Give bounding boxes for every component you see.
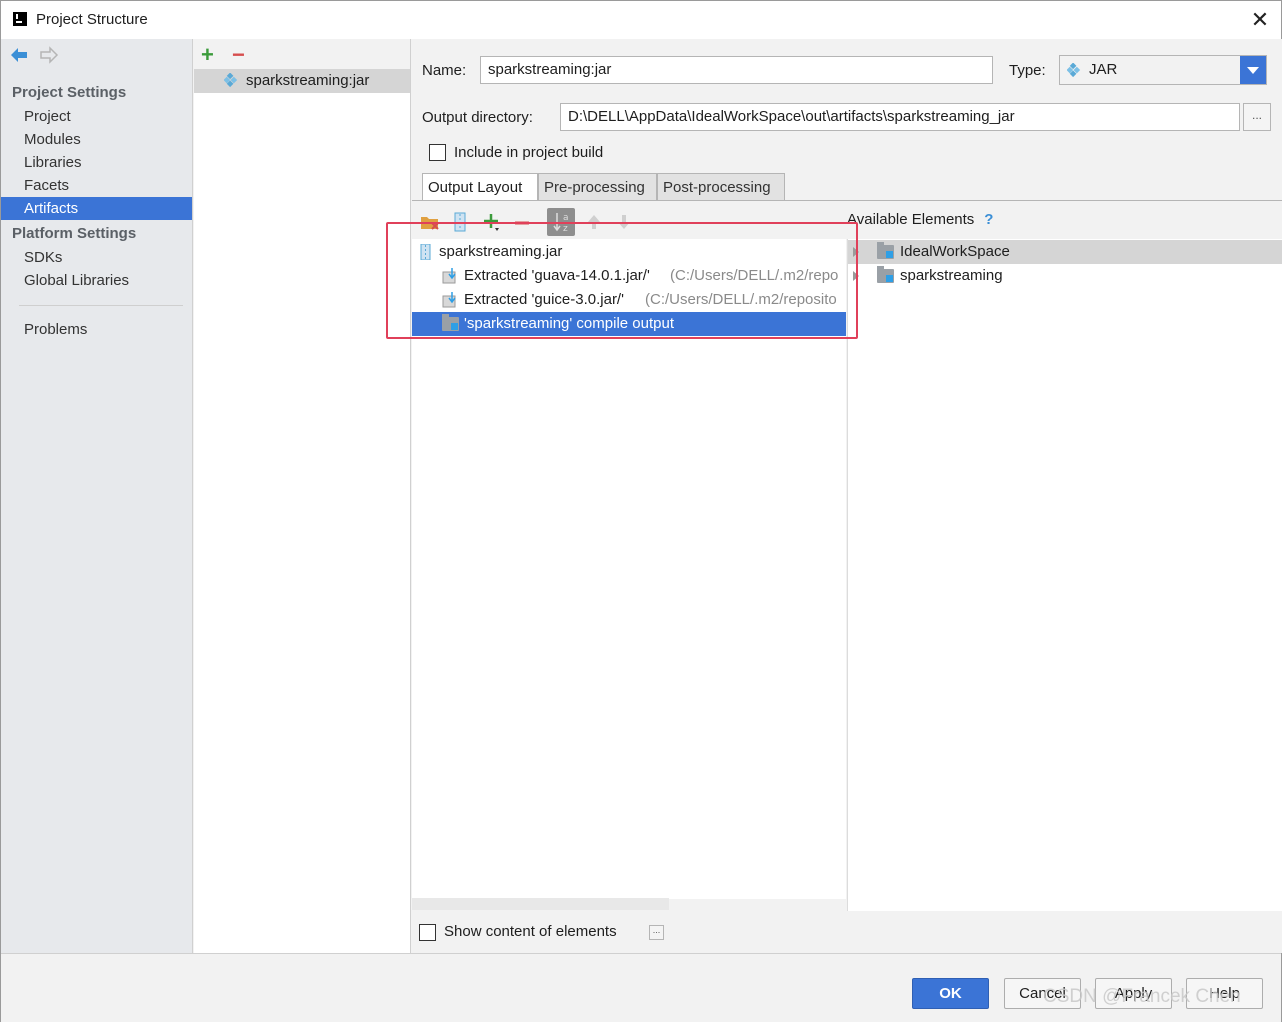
tree-row-guice[interactable]: Extracted 'guice-3.0.jar/' (C:/Users/DEL…	[412, 288, 846, 312]
nav-item-global-libraries[interactable]: Global Libraries	[1, 269, 192, 292]
show-content-label: Show content of elements	[444, 923, 617, 940]
tree-row-guice-path: (C:/Users/DELL/.m2/reposito	[645, 291, 837, 308]
type-label: Type:	[1009, 62, 1046, 79]
module-output-folder-icon	[442, 314, 459, 331]
jar-type-icon	[1067, 63, 1081, 78]
window-title: Project Structure	[36, 11, 148, 28]
available-elements-header: Available Elements?	[847, 211, 993, 228]
settings-sidebar: Project Settings Project Modules Librari…	[1, 39, 193, 953]
tab-pre-processing[interactable]: Pre-processing	[538, 173, 657, 201]
nav-item-project[interactable]: Project	[1, 105, 192, 128]
artifact-list-panel: + − sparkstreaming:jar	[194, 39, 411, 953]
tree-row-guava-label: Extracted 'guava-14.0.1.jar/'	[464, 267, 650, 284]
project-structure-dialog: Project Structure ✕ Project Settings Pro…	[0, 0, 1282, 1022]
module-folder-icon	[877, 266, 894, 283]
nav-item-modules[interactable]: Modules	[1, 128, 192, 151]
show-content-options-button[interactable]: ...	[649, 925, 664, 940]
name-label: Name:	[422, 62, 467, 79]
available-elements-tree: IdealWorkSpace sparkstreaming	[847, 239, 1282, 911]
name-input[interactable]: sparkstreaming:jar	[480, 56, 993, 84]
tree-row-root-label: sparkstreaming.jar	[439, 243, 563, 260]
output-layout-toolbar: az	[412, 206, 847, 238]
extracted-archive-icon	[442, 268, 456, 284]
jar-archive-icon	[420, 244, 431, 260]
nav-item-problems[interactable]: Problems	[1, 318, 192, 341]
tree-row-guice-label: Extracted 'guice-3.0.jar/'	[464, 291, 624, 308]
tab-output-layout[interactable]: Output Layout	[422, 173, 538, 201]
show-content-checkbox[interactable]	[419, 924, 436, 941]
back-arrow-icon[interactable]	[9, 45, 29, 65]
svg-text:a: a	[563, 213, 569, 223]
layout-tree-horizontal-scrollbar[interactable]	[412, 898, 669, 910]
remove-artifact-icon[interactable]: −	[232, 42, 245, 68]
expand-arrow-icon[interactable]	[853, 271, 859, 281]
title-bar: Project Structure ✕	[1, 1, 1281, 39]
type-select-value: JAR	[1089, 61, 1118, 78]
type-select[interactable]: JAR	[1059, 55, 1267, 85]
nav-item-libraries[interactable]: Libraries	[1, 151, 192, 174]
remove-element-icon[interactable]	[512, 212, 532, 232]
expand-arrow-icon[interactable]	[853, 247, 859, 257]
module-folder-icon	[877, 242, 894, 259]
close-icon[interactable]: ✕	[1245, 5, 1275, 35]
add-artifact-icon[interactable]: +	[201, 42, 214, 68]
create-archive-icon[interactable]	[450, 212, 470, 232]
artifact-diamond-icon	[224, 73, 238, 88]
available-item-sparkstreaming-label: sparkstreaming	[900, 267, 1003, 284]
available-item-idealworkspace[interactable]: IdealWorkSpace	[848, 240, 1282, 264]
available-elements-title: Available Elements	[847, 211, 975, 228]
extracted-archive-icon	[442, 292, 456, 308]
tree-row-guava[interactable]: Extracted 'guava-14.0.1.jar/' (C:/Users/…	[412, 264, 846, 288]
move-down-icon[interactable]	[614, 212, 634, 232]
csdn-watermark: CSDN @Francek Chen	[1043, 986, 1241, 1007]
available-item-idealworkspace-label: IdealWorkSpace	[900, 243, 1010, 260]
nav-item-artifacts[interactable]: Artifacts	[1, 197, 192, 220]
tab-post-processing[interactable]: Post-processing	[657, 173, 785, 201]
move-up-icon[interactable]	[584, 212, 604, 232]
nav-divider	[19, 305, 183, 306]
nav-item-sdks[interactable]: SDKs	[1, 246, 192, 269]
tree-row-compile-output[interactable]: 'sparkstreaming' compile output	[412, 312, 846, 336]
sort-elements-icon[interactable]: az	[547, 208, 575, 236]
platform-settings-header: Platform Settings	[12, 225, 137, 242]
tree-row-root[interactable]: sparkstreaming.jar	[412, 240, 846, 264]
ok-button[interactable]: OK	[912, 978, 989, 1009]
include-in-build-checkbox[interactable]	[429, 144, 446, 161]
add-element-icon[interactable]	[482, 212, 502, 232]
svg-text:z: z	[563, 224, 568, 234]
available-item-sparkstreaming[interactable]: sparkstreaming	[848, 264, 1282, 288]
intellij-logo-icon	[13, 12, 27, 26]
tab-underline	[412, 200, 1282, 201]
browse-button[interactable]: ...	[1243, 103, 1271, 131]
nav-item-facets[interactable]: Facets	[1, 174, 192, 197]
output-directory-label: Output directory:	[422, 109, 533, 126]
output-layout-tree: sparkstreaming.jar Extracted 'guava-14.0…	[412, 239, 846, 899]
output-directory-input[interactable]: D:\DELL\AppData\IdealWorkSpace\out\artif…	[560, 103, 1240, 131]
forward-arrow-icon[interactable]	[39, 45, 59, 65]
create-directory-icon[interactable]	[420, 212, 440, 232]
artifact-detail-pane: Name: sparkstreaming:jar Type: JAR Outpu…	[412, 39, 1282, 953]
chevron-down-icon[interactable]	[1240, 56, 1266, 84]
project-settings-header: Project Settings	[12, 84, 127, 101]
tree-row-compile-output-label: 'sparkstreaming' compile output	[464, 315, 674, 332]
include-in-build-label: Include in project build	[454, 144, 604, 161]
artifact-item-label: sparkstreaming:jar	[246, 72, 370, 89]
artifact-item-sparkstreaming-jar[interactable]: sparkstreaming:jar	[194, 69, 410, 93]
artifact-list-toolbar: + −	[194, 39, 410, 69]
tree-row-guava-path: (C:/Users/DELL/.m2/repo	[670, 267, 839, 284]
help-question-icon[interactable]: ?	[984, 211, 993, 228]
